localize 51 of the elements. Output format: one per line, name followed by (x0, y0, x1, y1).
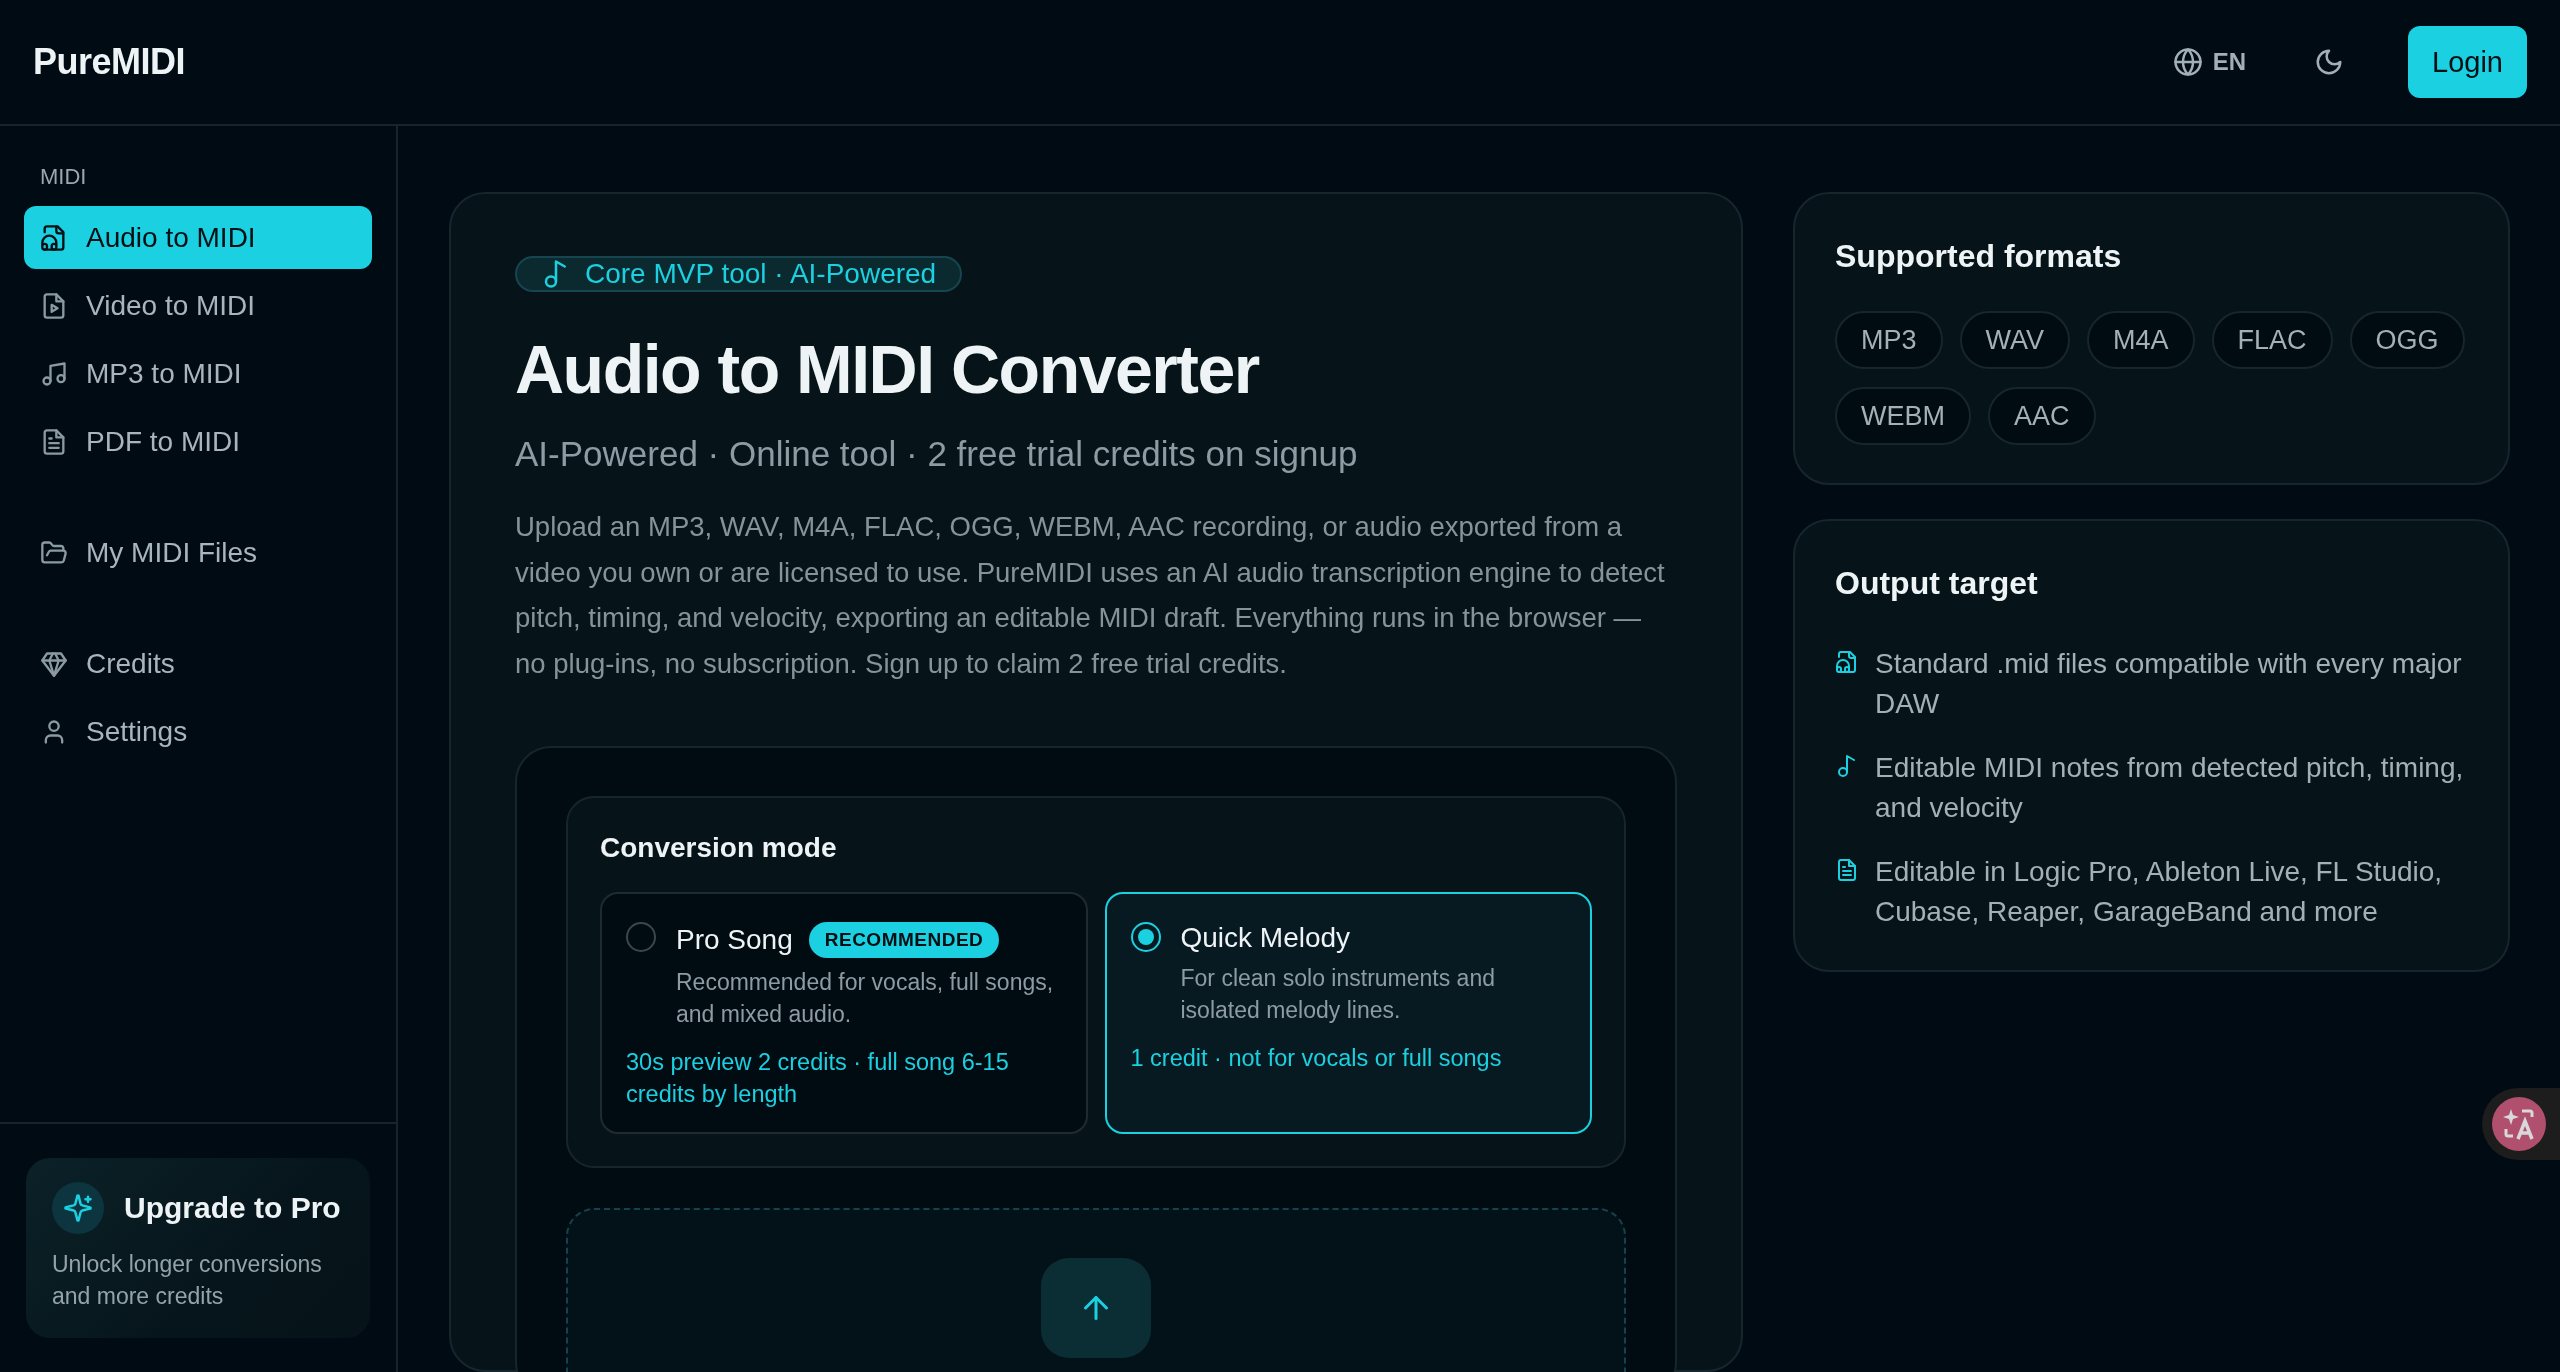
section-label: MIDI (39, 163, 88, 191)
upgrade-text: Unlock longer conversions and more credits (52, 1250, 323, 1311)
output-item: Editable in Logic Pro, Ableton Live, FL Studio, Cubase, Reaper, GarageBand and more (1875, 855, 2444, 929)
translate-button[interactable] (2482, 1088, 2560, 1160)
app-logo[interactable]: PureMIDI (33, 41, 186, 83)
format-chip: AAC (1988, 387, 2096, 445)
audio-file-icon (40, 223, 68, 252)
page-title: Audio to MIDI Converter (515, 330, 1259, 408)
card-title: Output target (1835, 565, 2039, 602)
format-chip: WEBM (1835, 387, 1971, 445)
sidebar-item[interactable]: Settings (24, 700, 372, 763)
sidebar-item[interactable]: MP3 to MIDI (24, 342, 372, 405)
option-description: For clean solo instruments and isolated melody lines. (1180, 964, 1496, 1025)
format-chip: WAV (1959, 311, 2071, 369)
login-button[interactable]: Login (2408, 26, 2527, 98)
music-notes-icon (40, 359, 68, 388)
output-item: Editable MIDI notes from detected pitch, timing, and velocity (1875, 751, 2465, 825)
option-cost: 30s preview 2 credits · full song 6-15 credits by length (626, 1048, 1010, 1109)
format-chip: MP3 (1835, 311, 1943, 369)
sidebar-item[interactable]: PDF to MIDI (24, 410, 372, 473)
document-icon (1835, 858, 1859, 882)
option-name: Pro Song (676, 924, 793, 956)
tool-badge: Core MVP tool · AI-Powered (515, 256, 963, 292)
option-cost: 1 credit · not for vocals or full songs (1130, 1044, 1503, 1073)
mode-option[interactable]: Pro Song RECOMMENDED Recommended for vocals, full songs, and mixed audio. 30s preview 2 credits · full song 6-15 credits by length (600, 892, 1088, 1134)
panel-title: Conversion mode (600, 832, 838, 864)
globe-icon (2172, 47, 2203, 77)
translate-icon (2492, 1097, 2546, 1151)
output-item: Standard .mid files compatible with every major DAW (1875, 647, 2463, 721)
language-button[interactable]: EN (2166, 41, 2253, 83)
description: Upload an MP3, WAV, M4A, FLAC, OGG, WEBM, AAC recording, or audio exported from a video you own or are licensed to use. PureMIDI uses an AI audio transcription engine to detect pitch, timing, and velocity, exporting an editable MIDI draft. Everything runs in the browser — no plug-ins, no subscription. Sign up to claim 2 free trial credits. (515, 510, 1666, 681)
audio-file-icon (1835, 650, 1859, 674)
sidebar-item[interactable]: Credits (24, 632, 372, 695)
card-title: Supported formats (1835, 238, 2123, 275)
format-chip: FLAC (2211, 311, 2333, 369)
sparkles-glyph-icon (63, 1193, 93, 1223)
radio-button[interactable] (626, 922, 656, 952)
recommended-badge: RECOMMENDED (808, 922, 1000, 958)
upgrade-card[interactable]: Upgrade to Pro Unlock longer conversions and more credits (26, 1158, 370, 1338)
mode-option[interactable]: Quick Melody For clean solo instruments and isolated melody lines. 1 credit · not for vocals or full songs (1104, 892, 1592, 1134)
sidebar-item[interactable]: My MIDI Files (24, 521, 372, 584)
radio-button[interactable] (1130, 922, 1161, 952)
option-description: Recommended for vocals, full songs, and mixed audio. (676, 968, 1055, 1029)
sidebar-item[interactable]: Video to MIDI (24, 274, 372, 337)
sidebar-item[interactable]: Audio to MIDI (24, 206, 372, 269)
format-chip: OGG (2349, 311, 2465, 369)
page-subtitle: AI-Powered · Online tool · 2 free trial credits on signup (515, 434, 1358, 474)
upgrade-title: Upgrade to Pro (124, 1191, 341, 1225)
option-name: Quick Melody (1180, 922, 1351, 954)
format-chip: M4A (2087, 311, 2195, 369)
diamond-icon (40, 649, 68, 678)
